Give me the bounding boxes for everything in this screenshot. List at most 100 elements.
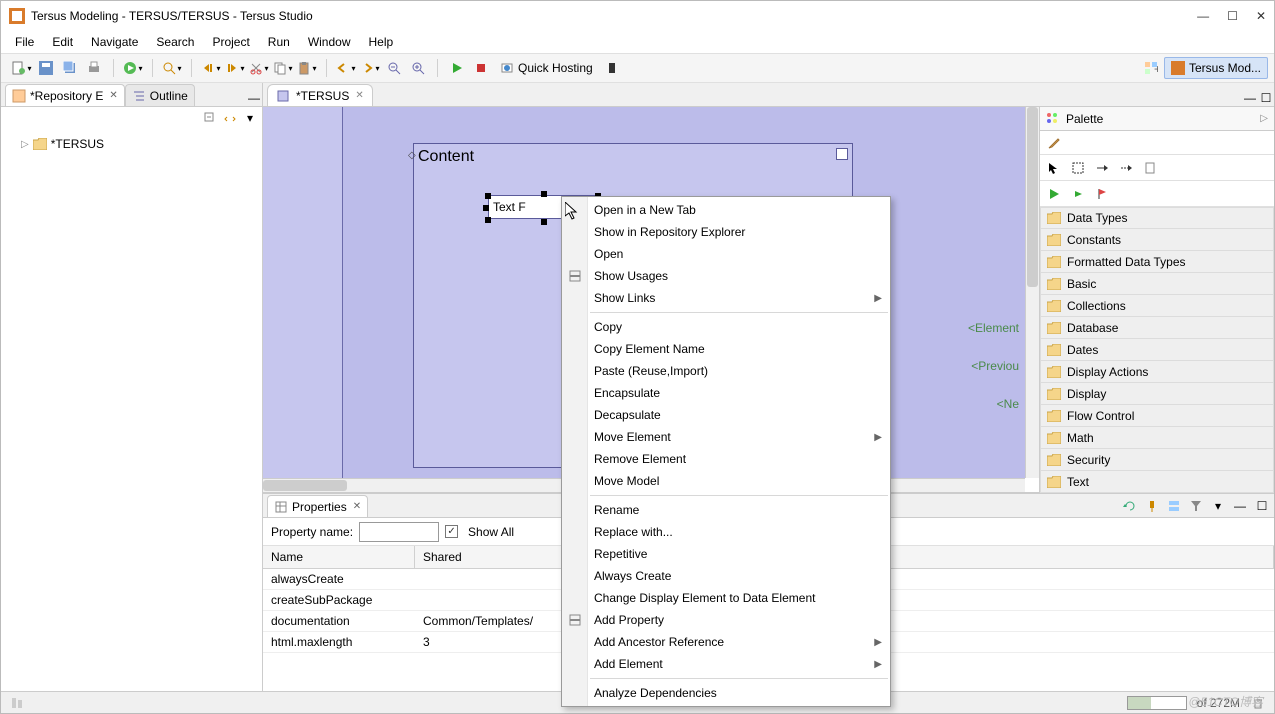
- pin-button[interactable]: [1144, 498, 1160, 514]
- close-icon[interactable]: ✕: [109, 90, 117, 101]
- copy-button[interactable]: ▾: [272, 57, 294, 79]
- minimize-editor-button[interactable]: —: [1242, 90, 1258, 106]
- maximize-button[interactable]: ☐: [1227, 9, 1238, 23]
- palette-item[interactable]: Security: [1040, 449, 1274, 471]
- print-button[interactable]: [83, 57, 105, 79]
- context-menu-item[interactable]: Change Display Element to Data Element: [562, 587, 890, 609]
- menu-run[interactable]: Run: [260, 33, 298, 51]
- vertical-scrollbar[interactable]: [1025, 107, 1039, 478]
- palette-item[interactable]: Data Types: [1040, 207, 1274, 229]
- new-dropdown-button[interactable]: ▾: [11, 57, 33, 79]
- context-menu-item[interactable]: Decapsulate: [562, 404, 890, 426]
- context-menu-item[interactable]: Copy: [562, 316, 890, 338]
- menu-project[interactable]: Project: [204, 33, 257, 51]
- nav-last-button[interactable]: ▾: [200, 57, 222, 79]
- minimize-view-button[interactable]: —: [1232, 498, 1248, 514]
- context-menu-item[interactable]: Analyze Dependencies: [562, 682, 890, 704]
- zoom-in-button[interactable]: [407, 57, 429, 79]
- status-indicator-icon[interactable]: [9, 695, 25, 711]
- quick-hosting-button[interactable]: Quick Hosting: [494, 57, 599, 79]
- col-name[interactable]: Name: [263, 546, 415, 568]
- palette-item[interactable]: Display Actions: [1040, 361, 1274, 383]
- selection-handle[interactable]: [485, 193, 491, 199]
- run-config-button[interactable]: ▾: [122, 57, 144, 79]
- view-menu-button[interactable]: ▾: [1210, 498, 1226, 514]
- tab-repository-explorer[interactable]: *Repository E ✕: [5, 84, 125, 106]
- new-file-icon[interactable]: [1142, 160, 1158, 176]
- forward-button[interactable]: ▾: [359, 57, 381, 79]
- link-editor-button[interactable]: [222, 110, 238, 126]
- maximize-editor-button[interactable]: ☐: [1258, 90, 1274, 106]
- menu-window[interactable]: Window: [300, 33, 359, 51]
- heap-meter[interactable]: [1127, 696, 1187, 710]
- minimize-button[interactable]: —: [1197, 9, 1209, 23]
- property-name-input[interactable]: [359, 522, 439, 542]
- minimize-view-button[interactable]: —: [246, 90, 262, 106]
- marquee-tool-icon[interactable]: [1070, 160, 1086, 176]
- cut-button[interactable]: ▾: [248, 57, 270, 79]
- view-menu-button[interactable]: ▾: [242, 110, 258, 126]
- context-menu-item[interactable]: Remove Element: [562, 448, 890, 470]
- menu-search[interactable]: Search: [148, 33, 202, 51]
- context-menu-item[interactable]: Encapsulate: [562, 382, 890, 404]
- paste-button[interactable]: ▾: [296, 57, 318, 79]
- play-small-icon[interactable]: [1070, 186, 1086, 202]
- device-button[interactable]: [601, 57, 623, 79]
- palette-item[interactable]: Collections: [1040, 295, 1274, 317]
- context-menu-item[interactable]: Add Property: [562, 609, 890, 631]
- filter-button[interactable]: [1188, 498, 1204, 514]
- context-menu-item[interactable]: Repetitive: [562, 543, 890, 565]
- selection-handle[interactable]: [483, 205, 489, 211]
- tab-properties[interactable]: Properties ✕: [267, 495, 368, 517]
- stop-button[interactable]: [470, 57, 492, 79]
- port-handle-icon[interactable]: ◇: [408, 150, 416, 161]
- selection-handle[interactable]: [485, 217, 491, 223]
- context-menu-item[interactable]: Copy Element Name: [562, 338, 890, 360]
- context-menu-item[interactable]: Always Create: [562, 565, 890, 587]
- palette-item[interactable]: Constants: [1040, 229, 1274, 251]
- context-menu-item[interactable]: Show in Repository Explorer: [562, 221, 890, 243]
- play-green-icon[interactable]: [1046, 186, 1062, 202]
- palette-item[interactable]: Database: [1040, 317, 1274, 339]
- search-button[interactable]: ▾: [161, 57, 183, 79]
- save-all-button[interactable]: [59, 57, 81, 79]
- palette-item[interactable]: Text: [1040, 471, 1274, 493]
- perspective-tersus[interactable]: Tersus Mod...: [1164, 57, 1268, 79]
- arrow-dashed-icon[interactable]: [1118, 160, 1134, 176]
- pencil-tool-icon[interactable]: [1046, 135, 1062, 151]
- context-menu-item[interactable]: Add Element▶: [562, 653, 890, 675]
- context-menu-item[interactable]: Show Links▶: [562, 287, 890, 309]
- palette-item[interactable]: Dates: [1040, 339, 1274, 361]
- refresh-button[interactable]: [1122, 498, 1138, 514]
- expand-icon[interactable]: ▷: [21, 139, 29, 150]
- categories-button[interactable]: [1166, 498, 1182, 514]
- palette-item[interactable]: Formatted Data Types: [1040, 251, 1274, 273]
- context-menu-item[interactable]: Add Ancestor Reference▶: [562, 631, 890, 653]
- open-perspective-button[interactable]: +: [1140, 57, 1162, 79]
- palette-list[interactable]: Data TypesConstantsFormatted Data TypesB…: [1040, 207, 1274, 493]
- context-menu-item[interactable]: Open in a New Tab: [562, 199, 890, 221]
- context-menu-item[interactable]: Replace with...: [562, 521, 890, 543]
- menu-help[interactable]: Help: [361, 33, 402, 51]
- context-menu-item[interactable]: Move Element▶: [562, 426, 890, 448]
- nav-next-button[interactable]: ▾: [224, 57, 246, 79]
- collapse-all-button[interactable]: [202, 110, 218, 126]
- palette-collapse-icon[interactable]: ▷: [1260, 113, 1268, 124]
- maximize-view-button[interactable]: ☐: [1254, 498, 1270, 514]
- flag-red-icon[interactable]: [1094, 186, 1110, 202]
- palette-item[interactable]: Basic: [1040, 273, 1274, 295]
- palette-item[interactable]: Math: [1040, 427, 1274, 449]
- close-button[interactable]: ✕: [1256, 9, 1266, 23]
- menu-navigate[interactable]: Navigate: [83, 33, 146, 51]
- arrow-solid-icon[interactable]: [1094, 160, 1110, 176]
- zoom-out-button[interactable]: [383, 57, 405, 79]
- context-menu-item[interactable]: Show Usages: [562, 265, 890, 287]
- repository-tree[interactable]: ▷ *TERSUS: [1, 129, 262, 691]
- tab-outline[interactable]: Outline: [125, 84, 195, 106]
- context-menu[interactable]: Open in a New TabShow in Repository Expl…: [561, 196, 891, 707]
- context-menu-item[interactable]: Rename: [562, 499, 890, 521]
- editor-tab-tersus[interactable]: *TERSUS ✕: [267, 84, 373, 106]
- tree-item-tersus[interactable]: ▷ *TERSUS: [7, 135, 256, 153]
- palette-item[interactable]: Display: [1040, 383, 1274, 405]
- palette-item[interactable]: Flow Control: [1040, 405, 1274, 427]
